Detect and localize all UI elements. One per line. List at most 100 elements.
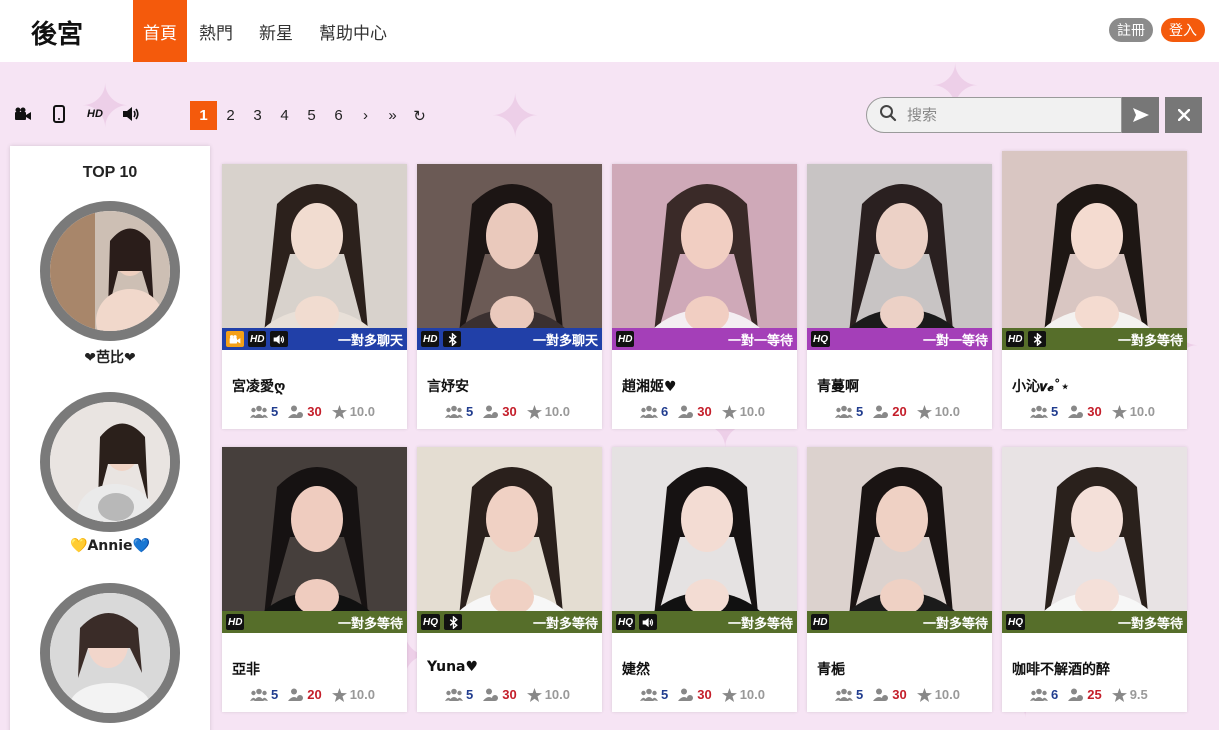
bluetooth-icon (444, 614, 462, 630)
page-6[interactable]: 6 (325, 101, 352, 130)
group-icon (1030, 405, 1048, 418)
status-label: 一對多等待 (337, 616, 403, 632)
streamer-photo[interactable] (612, 447, 797, 633)
hd-filter-icon[interactable]: HD (86, 104, 104, 124)
status-strip: HQ 一對多等待 (1002, 611, 1187, 633)
top10-sidebar: TOP 10 ❤芭比❤ 💛Annie💙 (10, 146, 210, 730)
streamer-photo[interactable] (417, 164, 602, 350)
page-1[interactable]: 1 (190, 101, 217, 130)
status-label: 一對多等待 (1117, 333, 1183, 349)
refresh-button[interactable]: ↻ (406, 101, 433, 130)
status-strip: HQ 一對多等待 (612, 611, 797, 633)
video-camera-icon[interactable] (14, 104, 32, 124)
video-camera-icon (226, 331, 244, 347)
streamer-photo[interactable] (807, 164, 992, 350)
nav-help-center[interactable]: 幫助中心 (309, 0, 397, 62)
top-item-name: 💛Annie💙 (70, 538, 150, 554)
rating-score: 10.0 (544, 687, 571, 702)
streamer-name[interactable]: 咖啡不解酒的醉 (1012, 659, 1110, 679)
streamer-photo[interactable] (807, 447, 992, 633)
streamer-card[interactable]: HD 一對多等待 小沁𝒗𝓮˚⋆ 5 30 10.0 (1002, 151, 1187, 429)
bluetooth-icon (1028, 331, 1047, 347)
user-icon (678, 688, 694, 701)
nav-home[interactable]: 首頁 (133, 0, 187, 62)
last-page-button[interactable]: » (379, 101, 406, 130)
hq-badge-icon: HQ (1006, 614, 1025, 630)
rating-score: 10.0 (934, 687, 961, 702)
streamer-name[interactable]: Yuna♥ (427, 659, 478, 675)
top-bar: 後宮 首頁 熱門 新星 幫助中心 註冊 登入 (0, 0, 1219, 62)
streamer-photo[interactable] (417, 447, 602, 633)
avatar[interactable] (40, 583, 180, 723)
streamer-photo[interactable] (1002, 447, 1187, 633)
streamer-photo[interactable] (612, 164, 797, 350)
streamer-stats: 6 25 9.5 (1030, 687, 1148, 702)
next-page-button[interactable]: › (352, 101, 379, 130)
viewer-count: 5 (1051, 404, 1059, 419)
page-2[interactable]: 2 (217, 101, 244, 130)
status-label: 一對多聊天 (532, 333, 598, 349)
streamer-name[interactable]: 趙湘姬♥ (622, 376, 677, 396)
streamer-card[interactable]: HQ 一對多等待婕然 5 30 10.0 (612, 447, 797, 712)
streamer-card[interactable]: HD 一對一等待 趙湘姬♥ 6 30 10.0 (612, 164, 797, 429)
nav-new-stars[interactable]: 新星 (249, 0, 303, 62)
user-icon (873, 405, 889, 418)
top-item[interactable]: 💛Annie💙 (40, 392, 180, 554)
page-4[interactable]: 4 (271, 101, 298, 130)
status-strip: HD 一對多聊天 (222, 328, 407, 350)
search-bar (866, 97, 1202, 133)
user-icon (1068, 688, 1084, 701)
viewer-count: 5 (271, 687, 279, 702)
streamer-photo[interactable] (222, 164, 407, 350)
status-strip: HD 一對多等待 (222, 611, 407, 633)
streamer-name[interactable]: 宮凌愛ღ (232, 376, 285, 396)
clear-search-button[interactable] (1165, 97, 1202, 133)
star-icon (526, 687, 542, 702)
close-icon (1177, 109, 1190, 121)
avatar[interactable] (40, 201, 180, 341)
star-icon (916, 687, 932, 702)
streamer-stats: 5 30 10.0 (445, 687, 570, 702)
streamer-name[interactable]: 青蔓啊 (817, 376, 859, 396)
sidebar-title: TOP 10 (82, 164, 138, 181)
user-icon (873, 688, 889, 701)
streamer-card[interactable]: HD 一對多等待 亞非 5 20 10.0 (222, 447, 407, 712)
page-5[interactable]: 5 (298, 101, 325, 130)
streamer-name[interactable]: 婕然 (622, 659, 650, 679)
status-label: 一對多等待 (1117, 616, 1183, 632)
hd-badge-icon: HD (248, 331, 267, 347)
streamer-name[interactable]: 青梔 (817, 659, 845, 679)
streamer-name[interactable]: 亞非 (232, 659, 260, 679)
streamer-card[interactable]: HD 一對多等待 青梔 5 30 10.0 (807, 447, 992, 712)
star-icon (721, 687, 737, 702)
hq-badge-icon: HQ (811, 331, 830, 347)
streamer-card[interactable]: HQ 一對一等待 青蔓啊 5 20 10.0 (807, 164, 992, 429)
page-3[interactable]: 3 (244, 101, 271, 130)
streamer-photo[interactable] (1002, 151, 1187, 350)
streamer-name[interactable]: 小沁𝒗𝓮˚⋆ (1012, 376, 1070, 396)
top-item[interactable] (40, 583, 180, 729)
mobile-icon[interactable] (50, 104, 68, 124)
streamer-card[interactable]: HD 一對多聊天 言妤安 5 30 10.0 (417, 164, 602, 429)
fan-count: 30 (1087, 404, 1102, 419)
search-input[interactable] (907, 106, 1107, 124)
hd-badge-icon: HD (421, 331, 440, 347)
search-submit-button[interactable] (1122, 97, 1159, 133)
site-logo[interactable]: 後宮 (31, 14, 83, 51)
streamer-name[interactable]: 言妤安 (427, 376, 469, 396)
send-icon (1132, 108, 1149, 122)
register-button[interactable]: 註冊 (1109, 18, 1153, 42)
top-item[interactable]: ❤芭比❤ (40, 201, 180, 367)
streamer-card[interactable]: HQ 一對多等待咖啡不解酒的醉 6 25 9.5 (1002, 447, 1187, 712)
status-strip: HD 一對多等待 (1002, 328, 1187, 350)
nav-hot[interactable]: 熱門 (189, 0, 243, 62)
streamer-card[interactable]: HD 一對多聊天 宮凌愛ღ 5 30 10.0 (222, 164, 407, 429)
speaker-icon[interactable] (122, 104, 140, 124)
streamer-photo[interactable] (222, 447, 407, 633)
streamer-stats: 5 30 10.0 (640, 687, 765, 702)
streamer-card[interactable]: HQ 一對多等待 Yuna♥ 5 30 10.0 (417, 447, 602, 712)
avatar[interactable] (40, 392, 180, 532)
login-button[interactable]: 登入 (1161, 18, 1205, 42)
star-icon (331, 687, 347, 702)
status-label: 一對一等待 (922, 333, 988, 349)
